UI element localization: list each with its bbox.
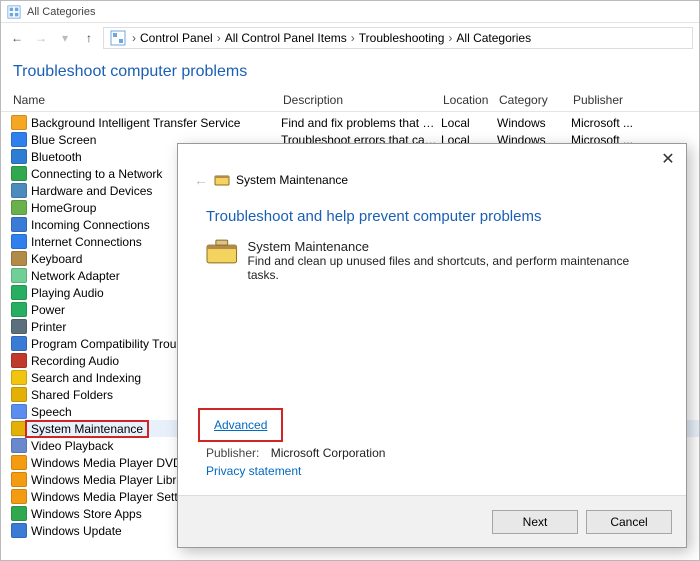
close-button[interactable]: ✕ xyxy=(658,150,678,170)
dialog-item-title: System Maintenance xyxy=(248,239,658,254)
item-icon xyxy=(11,472,27,487)
chevron-right-icon[interactable]: › xyxy=(448,31,452,45)
maintenance-large-icon xyxy=(206,239,238,265)
window-title: All Categories xyxy=(27,6,95,18)
item-icon xyxy=(11,387,27,402)
item-icon xyxy=(11,319,27,334)
dialog-title: System Maintenance xyxy=(236,173,348,187)
dialog-item: System Maintenance Find and clean up unu… xyxy=(178,229,686,292)
item-name: Windows Media Player DVD xyxy=(31,456,182,470)
item-icon xyxy=(11,200,27,215)
item-name: System Maintenance xyxy=(31,422,143,436)
item-name: Blue Screen xyxy=(31,133,96,147)
item-name: Video Playback xyxy=(31,439,114,453)
window-titlebar: All Categories xyxy=(1,1,699,23)
publisher-row: Publisher: Microsoft Corporation xyxy=(206,446,385,460)
col-publisher[interactable]: Publisher xyxy=(573,93,699,107)
item-description: Find and fix problems that may p... xyxy=(281,116,441,130)
item-name: Internet Connections xyxy=(31,235,142,249)
item-name: Power xyxy=(31,303,65,317)
item-icon xyxy=(11,489,27,504)
item-icon xyxy=(11,404,27,419)
breadcrumb-segment[interactable]: Control Panel xyxy=(138,31,215,45)
nav-toolbar: ← → ▾ ↑ › Control Panel › All Control Pa… xyxy=(1,23,699,53)
item-icon xyxy=(11,455,27,470)
item-icon xyxy=(11,251,27,266)
item-publisher: Microsoft ... xyxy=(571,116,699,130)
item-name: Windows Media Player Library xyxy=(31,473,193,487)
item-name: Hardware and Devices xyxy=(31,184,152,198)
control-panel-icon xyxy=(110,30,126,46)
dialog-footer: Next Cancel xyxy=(178,495,686,547)
item-icon xyxy=(11,166,27,181)
back-button[interactable]: ← xyxy=(7,28,27,48)
next-button[interactable]: Next xyxy=(492,510,578,534)
publisher-value: Microsoft Corporation xyxy=(271,446,386,460)
item-location: Local xyxy=(441,116,497,130)
item-name: Speech xyxy=(31,405,72,419)
dialog-back-button[interactable]: ← xyxy=(194,172,208,188)
item-name: Incoming Connections xyxy=(31,218,150,232)
item-icon xyxy=(11,523,27,538)
item-icon xyxy=(11,506,27,521)
forward-button[interactable]: → xyxy=(31,28,51,48)
breadcrumb-segment[interactable]: Troubleshooting xyxy=(357,31,447,45)
item-icon xyxy=(11,115,27,130)
item-icon xyxy=(11,302,27,317)
item-category: Windows xyxy=(497,116,571,130)
item-icon xyxy=(11,132,27,147)
publisher-label: Publisher: xyxy=(206,446,259,460)
list-item[interactable]: Background Intelligent Transfer Service F… xyxy=(11,114,699,131)
item-icon xyxy=(11,285,27,300)
maintenance-icon xyxy=(214,172,230,188)
recent-dropdown[interactable]: ▾ xyxy=(55,28,75,48)
up-button[interactable]: ↑ xyxy=(79,28,99,48)
item-icon xyxy=(11,183,27,198)
breadcrumb[interactable]: › Control Panel › All Control Panel Item… xyxy=(103,27,693,49)
col-location[interactable]: Location xyxy=(443,93,499,107)
item-name: Keyboard xyxy=(31,252,82,266)
breadcrumb-segment[interactable]: All Control Panel Items xyxy=(223,31,349,45)
advanced-link[interactable]: Advanced xyxy=(214,418,267,432)
page-title: Troubleshoot computer problems xyxy=(1,53,699,89)
item-name: Windows Media Player Settings xyxy=(31,490,200,504)
item-icon xyxy=(11,336,27,351)
item-name: Windows Store Apps xyxy=(31,507,142,521)
column-headers: Name Description Location Category Publi… xyxy=(1,89,699,112)
cancel-button[interactable]: Cancel xyxy=(586,510,672,534)
privacy-link[interactable]: Privacy statement xyxy=(206,464,301,478)
item-name: Playing Audio xyxy=(31,286,104,300)
item-name: HomeGroup xyxy=(31,201,96,215)
breadcrumb-segment[interactable]: All Categories xyxy=(454,31,533,45)
dialog-item-desc: Find and clean up unused files and short… xyxy=(248,254,658,282)
item-name: Windows Update xyxy=(31,524,122,538)
item-name: Bluetooth xyxy=(31,150,82,164)
dialog-heading: Troubleshoot and help prevent computer p… xyxy=(178,196,686,229)
item-icon xyxy=(11,353,27,368)
item-icon xyxy=(11,438,27,453)
troubleshooter-dialog: ✕ ← System Maintenance Troubleshoot and … xyxy=(177,143,687,548)
item-name: Printer xyxy=(31,320,66,334)
item-icon xyxy=(11,234,27,249)
advanced-row: Advanced xyxy=(206,412,291,446)
col-name[interactable]: Name xyxy=(13,93,283,107)
col-description[interactable]: Description xyxy=(283,93,443,107)
control-panel-icon xyxy=(7,5,21,19)
item-name: Background Intelligent Transfer Service xyxy=(31,116,240,130)
item-name: Network Adapter xyxy=(31,269,120,283)
item-icon xyxy=(11,370,27,385)
chevron-right-icon[interactable]: › xyxy=(217,31,221,45)
chevron-right-icon[interactable]: › xyxy=(132,31,136,45)
item-name: Recording Audio xyxy=(31,354,119,368)
item-icon xyxy=(11,268,27,283)
item-icon xyxy=(11,217,27,232)
item-name: Connecting to a Network xyxy=(31,167,162,181)
item-name: Search and Indexing xyxy=(31,371,141,385)
col-category[interactable]: Category xyxy=(499,93,573,107)
item-icon xyxy=(11,149,27,164)
chevron-right-icon[interactable]: › xyxy=(351,31,355,45)
item-name: Shared Folders xyxy=(31,388,113,402)
